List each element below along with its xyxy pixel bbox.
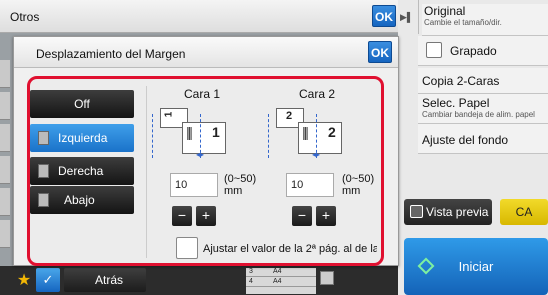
iniciar-button[interactable]: Iniciar — [404, 238, 548, 295]
vista-previa-button[interactable]: Vista previa — [404, 199, 492, 225]
face1-label: Cara 1 — [184, 87, 221, 101]
dialog-title: Desplazamiento del Margen — [36, 47, 186, 61]
copia-label: Copia 2-Caras — [422, 74, 500, 88]
grapado-checkbox[interactable] — [426, 42, 442, 58]
option-label: Derecha — [58, 164, 104, 178]
atras-label: Atrás — [94, 273, 123, 287]
dialog-ok-button[interactable]: OK — [368, 41, 392, 63]
shift-arrow-icon: ◂▸ — [196, 150, 205, 159]
margin-guide — [268, 114, 269, 158]
divider — [146, 86, 147, 258]
original-sublabel: Cambie el tamaño/dir. — [424, 18, 502, 27]
selec-papel-button[interactable]: Selec. Papel Cambiar bandeja de alim. pa… — [418, 94, 548, 124]
face2-label: Cara 2 — [299, 87, 336, 101]
face2-preview: 2 2 ||| ◂▸ — [268, 104, 344, 159]
edge-fragment — [0, 92, 10, 120]
check-icon[interactable]: ✓ — [36, 268, 60, 292]
original-label: Original — [424, 4, 466, 18]
tray-row: 4 A4 — [246, 278, 316, 287]
option-off-button[interactable]: Off — [30, 90, 134, 118]
option-label: Off — [74, 97, 90, 111]
page-icon — [38, 164, 49, 178]
dialog-header: Desplazamiento del Margen OK — [14, 37, 398, 68]
face1-range: (0~50) mm — [224, 173, 257, 197]
adjust-checkbox[interactable] — [176, 237, 198, 259]
face1-page-num: 1 — [212, 124, 220, 140]
ok-button[interactable]: OK — [372, 5, 396, 27]
divider — [418, 0, 419, 34]
edge-fragment — [0, 188, 10, 216]
tray-size: A4 — [273, 268, 282, 275]
face1-plus-button[interactable]: + — [196, 206, 216, 226]
direction-options: Off Izquierda Derecha Abajo — [30, 88, 135, 253]
page-icon — [38, 131, 49, 145]
face1-corner-num: 1 — [163, 111, 175, 118]
page-icon — [38, 193, 49, 207]
tray-icon[interactable] — [320, 271, 334, 285]
selec-sublabel: Cambiar bandeja de alim. papel — [422, 110, 535, 119]
tray-row: 3 A4 — [246, 268, 316, 277]
tray-size: A4 — [273, 278, 282, 285]
adjust-label: Ajustar el valor de la 2ª pág. al de la … — [203, 243, 377, 255]
face1-preview: 1 1 ||| ◂▸ — [152, 104, 228, 159]
option-label: Abajo — [64, 193, 95, 207]
tray-status: 3 A4 4 A4 — [246, 268, 316, 294]
option-label: Izquierda — [58, 131, 108, 145]
star-icon[interactable]: ★ — [14, 270, 34, 292]
preview-icon — [410, 205, 423, 218]
face2-corner-num: 2 — [286, 110, 293, 122]
tray-number: 3 — [249, 268, 253, 275]
atras-button[interactable]: Atrás — [64, 268, 146, 292]
ajuste-label: Ajuste del fondo — [422, 133, 509, 147]
tray-number: 4 — [249, 278, 253, 285]
edge-fragment — [0, 156, 10, 184]
grapado-label: Grapado — [450, 44, 497, 58]
copia-2-caras-button[interactable]: Copia 2-Caras — [418, 68, 548, 94]
face2-value-input[interactable]: 10 — [286, 173, 334, 197]
window-title: Otros — [10, 10, 40, 24]
selec-label: Selec. Papel — [422, 96, 490, 110]
vista-previa-label: Vista previa — [426, 205, 489, 219]
iniciar-label: Iniciar — [458, 259, 494, 274]
edge-fragment — [0, 124, 10, 152]
start-icon — [417, 257, 435, 275]
shift-arrow-icon: ◂▸ — [312, 150, 321, 159]
top-bar: Otros OK — [0, 0, 398, 33]
binding-lines: ||| — [302, 124, 309, 140]
ca-button[interactable]: CA — [500, 199, 548, 225]
face2-range: (0~50) mm — [342, 173, 375, 197]
binding-lines: ||| — [186, 124, 193, 140]
face1-value-input[interactable]: 10 — [170, 173, 218, 197]
face1-minus-button[interactable]: − — [172, 206, 192, 226]
option-abajo-button[interactable]: Abajo — [30, 186, 134, 214]
margin-guide — [152, 114, 153, 158]
option-derecha-button[interactable]: Derecha — [30, 157, 134, 185]
original-button[interactable]: Original Cambie el tamaño/dir. — [422, 4, 548, 36]
face2-minus-button[interactable]: − — [292, 206, 312, 226]
edge-fragment — [0, 220, 10, 248]
ajuste-fondo-button[interactable]: Ajuste del fondo — [418, 124, 548, 154]
edge-fragment — [0, 60, 10, 88]
face2-plus-button[interactable]: + — [316, 206, 336, 226]
face2-page-num: 2 — [328, 124, 336, 140]
play-arrow-icon: ▶▌ — [400, 12, 414, 22]
option-izquierda-button[interactable]: Izquierda — [30, 124, 134, 152]
